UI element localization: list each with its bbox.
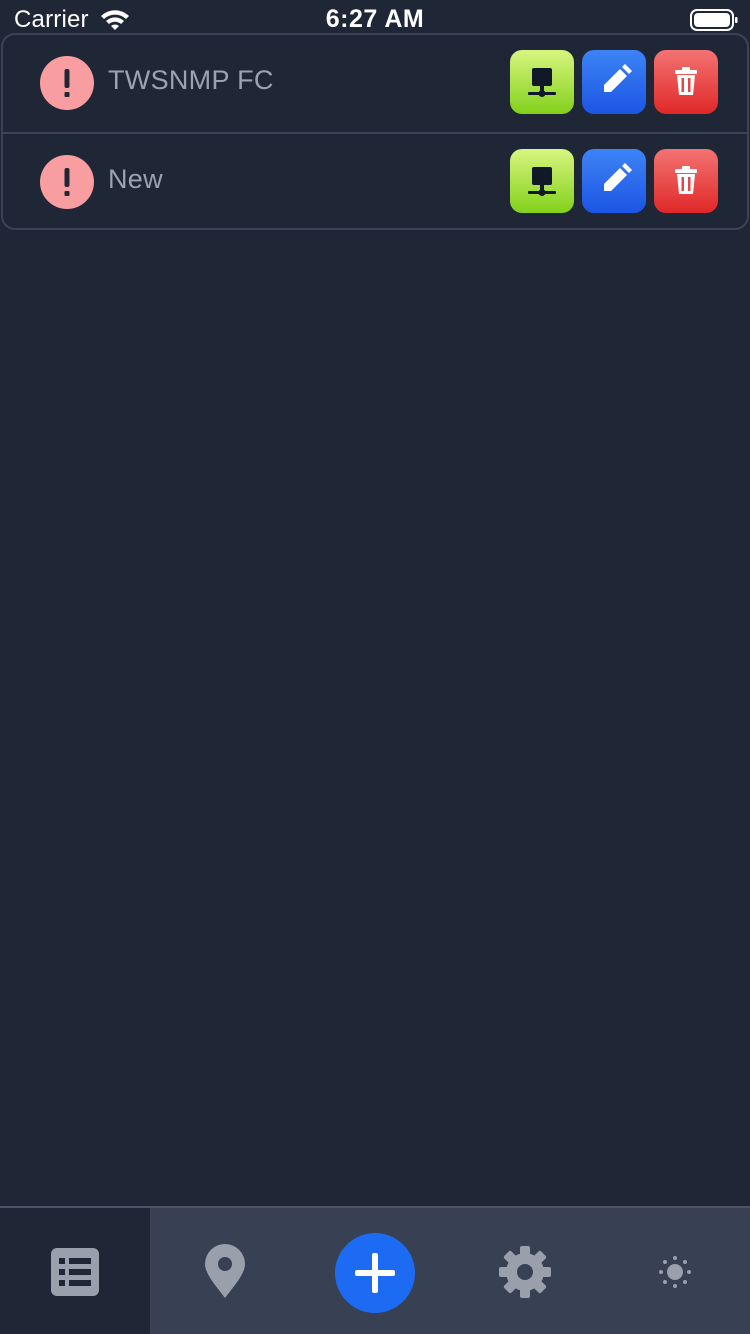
- sun-icon: [659, 1256, 691, 1288]
- node-list: TWSNMP FC New: [1, 33, 749, 230]
- trash-icon: [675, 166, 697, 194]
- app-screen: Carrier 6:27 AM TWSNMP FC New: [0, 0, 750, 1334]
- edit-button[interactable]: [582, 149, 646, 213]
- tab-list[interactable]: [0, 1208, 150, 1334]
- plus-icon: [355, 1253, 395, 1293]
- tab-settings[interactable]: [450, 1208, 600, 1334]
- add-node-button[interactable]: [335, 1233, 415, 1313]
- list-icon: [51, 1248, 99, 1296]
- node-button[interactable]: [510, 149, 574, 213]
- status-time: 6:27 AM: [325, 5, 425, 33]
- pencil-icon: [604, 163, 632, 191]
- pencil-icon: [604, 64, 632, 92]
- tab-add[interactable]: [300, 1208, 450, 1334]
- trash-icon: [675, 67, 697, 95]
- exclamation-icon: [40, 155, 94, 209]
- node-button[interactable]: [510, 50, 574, 114]
- tab-theme[interactable]: [600, 1208, 750, 1334]
- bottom-tab-bar: [0, 1206, 750, 1334]
- list-item[interactable]: TWSNMP FC: [3, 35, 747, 132]
- node-name: New: [108, 164, 163, 194]
- node-icon: [528, 68, 556, 97]
- delete-button[interactable]: [654, 149, 718, 213]
- tab-map[interactable]: [150, 1208, 300, 1334]
- delete-button[interactable]: [654, 50, 718, 114]
- battery-icon: [690, 9, 738, 31]
- list-item[interactable]: New: [3, 132, 747, 228]
- gear-icon: [499, 1246, 551, 1298]
- node-name: TWSNMP FC: [108, 65, 274, 95]
- node-icon: [528, 167, 556, 196]
- map-pin-icon: [205, 1244, 245, 1298]
- edit-button[interactable]: [582, 50, 646, 114]
- exclamation-icon: [40, 56, 94, 110]
